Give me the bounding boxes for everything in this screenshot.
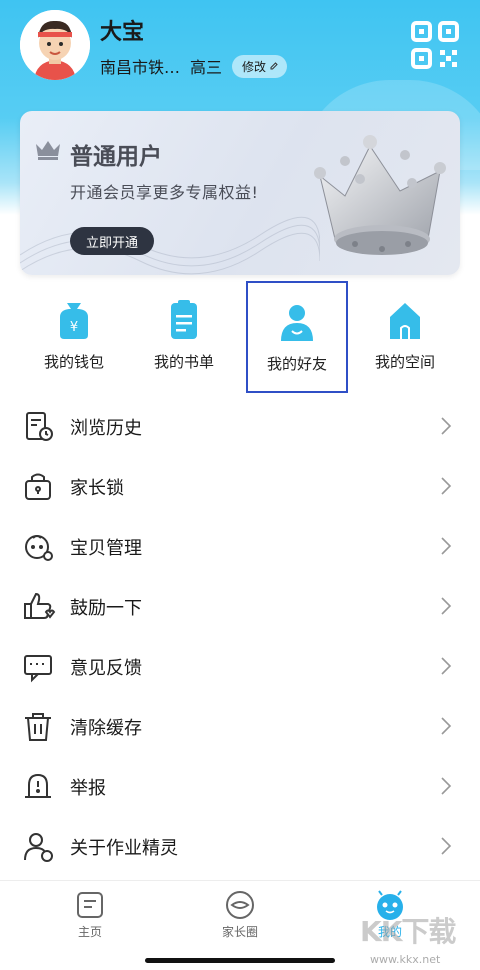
quick-action-label: 我的书单 [153,353,214,371]
menu-label: 家长锁 [70,478,124,499]
menu-item-history[interactable]: 浏览历史 [0,396,480,456]
user-info: 南昌市铁… 高三 修改 [100,54,288,78]
chevron-right-icon [441,477,452,495]
home-indicator [145,958,335,963]
quick-action-space[interactable]: 我的空间 [350,281,460,393]
menu-label: 鼓励一下 [70,598,142,619]
menu-item-report[interactable]: 举报 [0,756,480,816]
avatar[interactable] [20,10,90,80]
feedback-icon [24,655,52,683]
quick-action-wallet[interactable]: ¥ 我的钱包 [19,281,129,393]
history-icon [26,412,53,441]
menu-label: 浏览历史 [70,418,142,439]
crown-badge-icon [36,141,60,160]
qr-code-icon [411,21,459,69]
menu-item-feedback[interactable]: 意见反馈 [0,636,480,696]
user-grade: 高三 [190,58,223,77]
profile-header: 大宝 南昌市铁… 高三 修改 [0,0,480,100]
baby-manage-icon [25,535,53,561]
home-icon [77,892,103,918]
menu-item-parent-lock[interactable]: 家长锁 [0,456,480,516]
watermark-url: www.kkx.net [370,953,441,966]
booklist-icon [171,300,197,339]
chevron-right-icon [441,417,452,435]
friend-icon [281,305,313,341]
parent-circle-icon [226,891,254,919]
menu-label: 清除缓存 [70,718,142,739]
wallet-icon: ¥ [60,303,88,339]
menu-label: 意见反馈 [70,658,142,679]
user-school: 南昌市铁… [100,58,181,77]
quick-action-label: 我的钱包 [43,353,104,371]
parent-lock-icon [25,473,51,500]
report-icon [25,773,51,798]
open-membership-button[interactable]: 立即开通 [70,227,155,255]
tab-home[interactable]: 主页 [10,881,170,951]
menu-item-encourage[interactable]: 鼓励一下 [0,576,480,636]
member-title: 普通用户 [70,144,162,170]
user-name: 大宝 [100,20,145,45]
quick-action-label: 我的空间 [374,353,435,371]
quick-action-friends[interactable]: 我的好友 [246,281,348,393]
settings-menu: 浏览历史 家长锁 宝贝管理 鼓励一下 意见反馈 清除缓存 举报 关于作业精灵 [0,396,480,876]
tab-label: 家长圈 [221,925,258,939]
svg-text:¥: ¥ [70,320,78,335]
tab-parent-circle[interactable]: 家长圈 [160,881,320,951]
chevron-right-icon [441,777,452,795]
watermark-logo: KK下载 [360,915,456,948]
card-background-pattern [20,216,320,275]
chevron-right-icon [441,537,452,555]
tab-label: 主页 [77,925,102,939]
qr-code-button[interactable] [410,20,460,70]
quick-action-label: 我的好友 [266,355,327,373]
member-card[interactable]: 普通用户 开通会员享更多专属权益! 立即开通 [20,111,460,275]
menu-label: 举报 [70,778,106,799]
chevron-right-icon [441,717,452,735]
space-icon [390,303,420,339]
about-icon [24,833,53,862]
chevron-right-icon [441,597,452,615]
menu-item-baby-manage[interactable]: 宝贝管理 [0,516,480,576]
edit-profile-label: 修改 [242,59,267,74]
member-subtitle: 开通会员享更多专属权益! [70,183,259,202]
quick-action-booklist[interactable]: 我的书单 [129,281,239,393]
trash-icon [25,713,51,741]
edit-profile-button[interactable]: 修改 [232,54,288,78]
chevron-right-icon [441,657,452,675]
menu-label: 宝贝管理 [70,538,142,559]
edit-icon [270,62,278,70]
thumbs-up-icon [24,592,56,619]
menu-item-clear-cache[interactable]: 清除缓存 [0,696,480,756]
chevron-right-icon [441,837,452,855]
crown-illustration-icon [314,135,446,255]
avatar-image [20,10,90,80]
quick-actions: ¥ 我的钱包 我的书单 我的好友 我的空间 [0,281,480,393]
menu-label: 关于作业精灵 [70,838,178,859]
menu-item-about[interactable]: 关于作业精灵 [0,816,480,876]
